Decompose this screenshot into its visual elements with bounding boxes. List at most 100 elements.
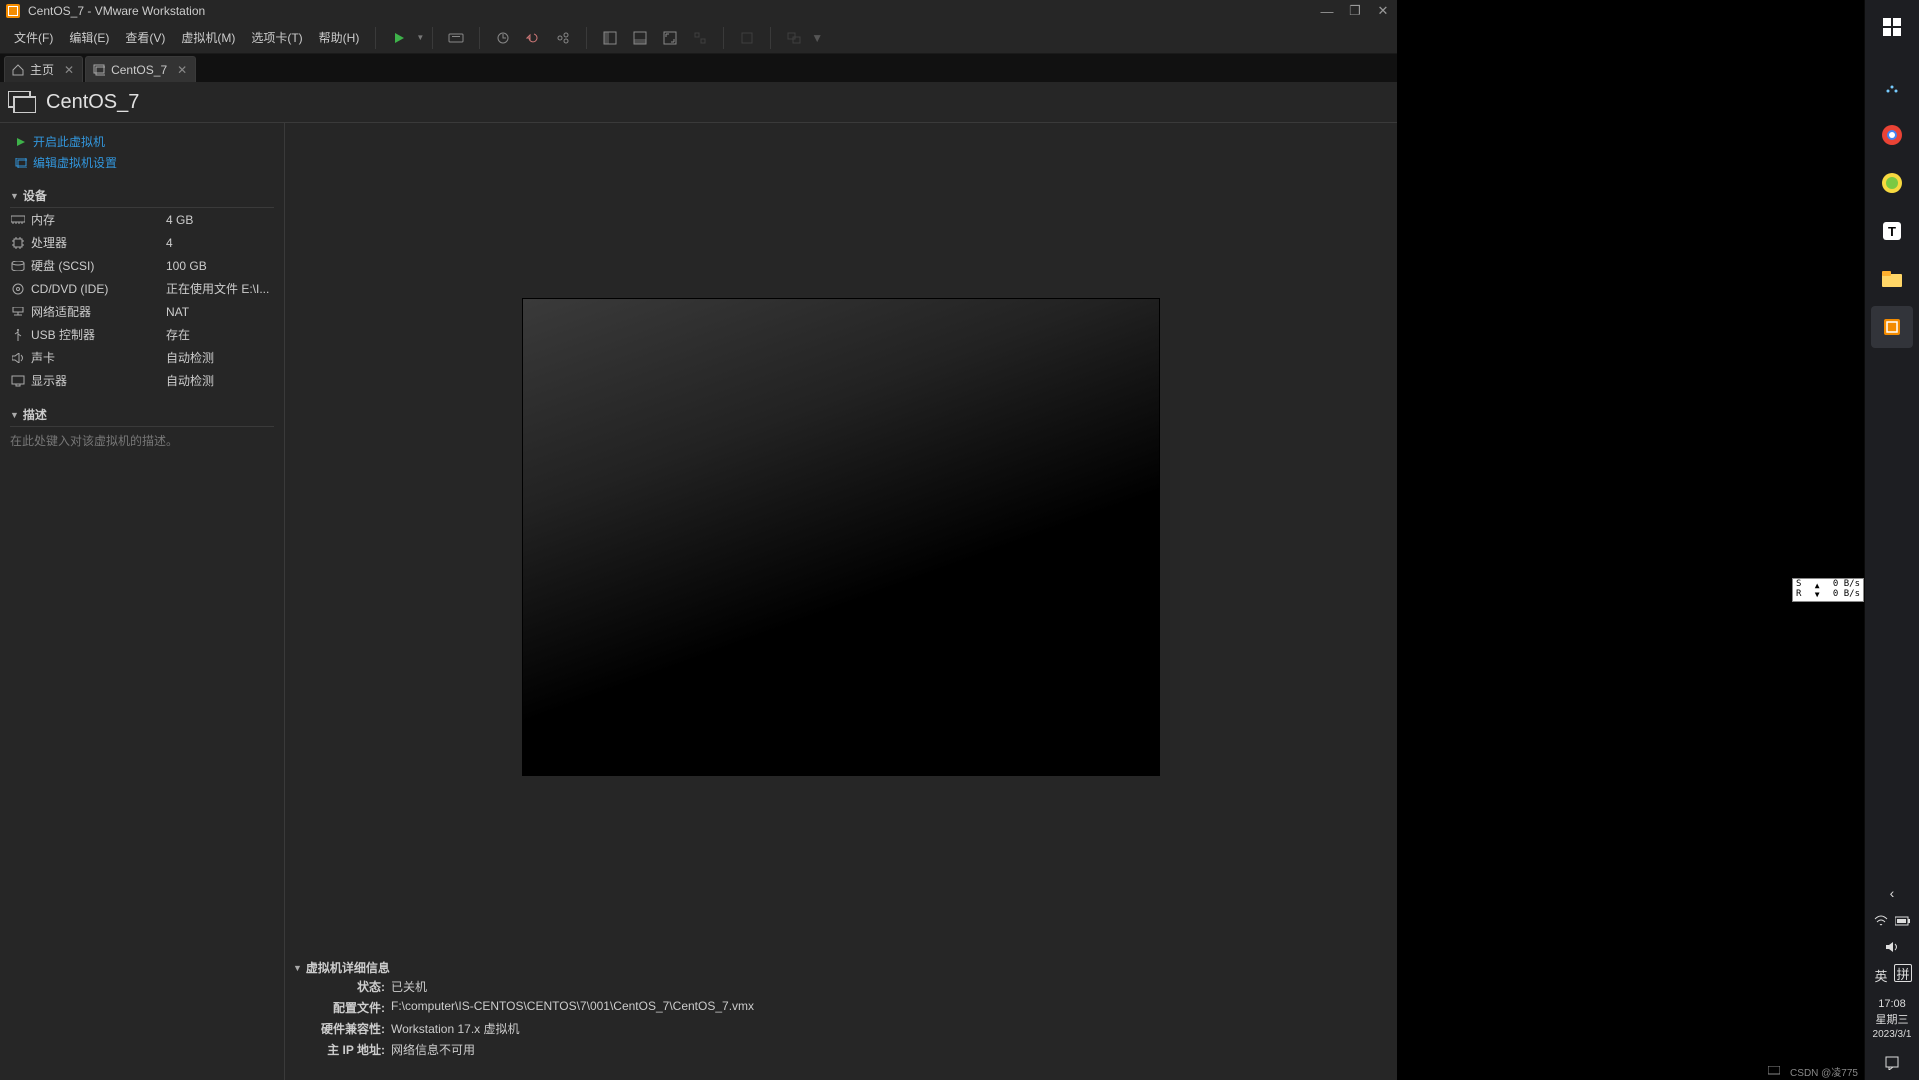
description-section-head[interactable]: ▼ 描述 — [10, 406, 274, 427]
vmware-app-icon — [6, 4, 20, 18]
watermark-text: CSDN @凌775 — [1790, 1064, 1858, 1079]
window-titlebar: CentOS_7 - VMware Workstation — ❐ ✕ — [0, 0, 1397, 22]
snapshot-take-icon[interactable] — [491, 26, 515, 50]
device-label: USB 控制器 — [31, 326, 166, 343]
play-icon — [14, 135, 28, 149]
clock-time: 17:08 — [1873, 997, 1912, 1012]
notifications-icon[interactable] — [1883, 1054, 1901, 1072]
power-on-button[interactable]: ▼ — [384, 26, 424, 50]
separator — [723, 27, 724, 49]
taskbar-text-app-icon[interactable]: T — [1871, 210, 1913, 252]
device-row-disk[interactable]: 硬盘 (SCSI)100 GB — [10, 254, 274, 277]
system-clock[interactable]: 17:08 星期三 2023/3/1 — [1871, 991, 1914, 1048]
menu-vm[interactable]: 虚拟机(M) — [173, 25, 243, 50]
details-section-head[interactable]: ▼ 虚拟机详细信息 — [293, 959, 1389, 976]
maximize-button[interactable]: ❐ — [1341, 0, 1369, 22]
close-button[interactable]: ✕ — [1369, 0, 1397, 22]
devices-section-head[interactable]: ▼ 设备 — [10, 187, 274, 208]
device-row-cpu[interactable]: 处理器4 — [10, 231, 274, 254]
device-label: 内存 — [31, 211, 166, 228]
display-icon — [10, 374, 26, 388]
separator — [432, 27, 433, 49]
cycle-multiple-monitors-icon[interactable] — [782, 26, 806, 50]
start-button[interactable] — [1871, 6, 1913, 48]
device-row-display[interactable]: 显示器自动检测 — [10, 369, 274, 392]
send-ctrl-alt-del-icon[interactable] — [444, 26, 468, 50]
vm-title: CentOS_7 — [46, 91, 139, 114]
vm-details: ▼ 虚拟机详细信息 状态:已关机 配置文件:F:\computer\IS-CEN… — [285, 951, 1397, 1080]
network-monitor-widget[interactable]: S R ▲▼ 0 B/s 0 B/s — [1792, 578, 1864, 602]
netmon-download: 0 B/s — [1833, 590, 1860, 600]
vm-header: CentOS_7 — [0, 82, 1397, 122]
view-library-icon[interactable] — [628, 26, 652, 50]
menu-bar: 文件(F) 编辑(E) 查看(V) 虚拟机(M) 选项卡(T) 帮助(H) ▼ — [0, 22, 1397, 54]
fullscreen-icon[interactable] — [658, 26, 682, 50]
taskbar-explorer-icon[interactable] — [1871, 258, 1913, 300]
device-value: 4 GB — [166, 213, 193, 227]
device-row-sound[interactable]: 声卡自动检测 — [10, 346, 274, 369]
view-console-icon[interactable] — [598, 26, 622, 50]
action-power-on[interactable]: 开启此虚拟机 — [10, 131, 274, 152]
separator — [479, 27, 480, 49]
ime-mode-icon[interactable]: 拼 — [1894, 964, 1912, 982]
device-row-usb[interactable]: USB 控制器存在 — [10, 323, 274, 346]
detail-ip-label: 主 IP 地址: — [305, 1041, 385, 1058]
unity-icon[interactable] — [688, 26, 712, 50]
taskbar-vmware-icon[interactable] — [1871, 306, 1913, 348]
tray-expand-icon[interactable]: ‹ — [1883, 884, 1901, 902]
tab-close-icon[interactable]: ✕ — [177, 63, 187, 77]
memory-icon — [10, 213, 26, 227]
device-row-memory[interactable]: 内存4 GB — [10, 208, 274, 231]
collapse-icon: ▼ — [10, 191, 19, 201]
stretch-guest-icon[interactable] — [735, 26, 759, 50]
device-label: CD/DVD (IDE) — [31, 282, 166, 296]
device-row-net[interactable]: 网络适配器NAT — [10, 300, 274, 323]
device-label: 硬盘 (SCSI) — [31, 257, 166, 274]
device-value: 正在使用文件 E:\I... — [166, 280, 269, 297]
snapshot-manager-icon[interactable] — [551, 26, 575, 50]
device-row-cd[interactable]: CD/DVD (IDE)正在使用文件 E:\I... — [10, 277, 274, 300]
device-label: 声卡 — [31, 349, 166, 366]
wifi-icon[interactable] — [1872, 912, 1890, 930]
action-edit-settings[interactable]: 编辑虚拟机设置 — [10, 152, 274, 173]
tab-home[interactable]: 主页 ✕ — [4, 56, 83, 82]
detail-config-label: 配置文件: — [305, 999, 385, 1016]
menu-edit[interactable]: 编辑(E) — [61, 25, 117, 50]
left-pane: 开启此虚拟机 编辑虚拟机设置 ▼ 设备 内存4 GB处理器4硬盘 (SCSI)1… — [0, 123, 285, 1080]
volume-icon[interactable] — [1883, 938, 1901, 956]
taskbar-chrome-icon[interactable] — [1871, 114, 1913, 156]
status-device-icon[interactable] — [1768, 1066, 1780, 1076]
minimize-button[interactable]: — — [1313, 0, 1341, 22]
home-icon — [11, 63, 25, 77]
detail-compat-label: 硬件兼容性: — [305, 1020, 385, 1037]
vm-preview-thumbnail[interactable] — [522, 298, 1160, 776]
tab-close-icon[interactable]: ✕ — [64, 63, 74, 77]
detail-state-label: 状态: — [305, 978, 385, 995]
clock-date: 2023/3/1 — [1873, 1028, 1912, 1042]
vm-icon — [92, 63, 106, 77]
cd-icon — [10, 282, 26, 296]
detail-config-value: F:\computer\IS-CENTOS\CENTOS\7\001\CentO… — [391, 999, 754, 1016]
collapse-icon: ▼ — [10, 410, 19, 420]
bottom-status-bar: CSDN @凌775 — [1397, 1062, 1864, 1080]
svg-text:T: T — [1888, 224, 1896, 239]
ime-lang-icon[interactable]: 英 — [1872, 964, 1889, 987]
tab-vm[interactable]: CentOS_7 ✕ — [85, 56, 196, 82]
detail-compat-value: Workstation 17.x 虚拟机 — [391, 1020, 520, 1037]
menu-view[interactable]: 查看(V) — [117, 25, 173, 50]
cpu-icon — [10, 236, 26, 250]
sound-icon — [10, 351, 26, 365]
separator — [770, 27, 771, 49]
device-value: 存在 — [166, 326, 190, 343]
snapshot-revert-icon[interactable] — [521, 26, 545, 50]
detail-ip-value: 网络信息不可用 — [391, 1041, 475, 1058]
device-label: 显示器 — [31, 372, 166, 389]
taskbar-app-generic-icon[interactable] — [1871, 66, 1913, 108]
menu-tabs[interactable]: 选项卡(T) — [243, 25, 310, 50]
clock-weekday: 星期三 — [1873, 1013, 1912, 1028]
taskbar-app-yellow-icon[interactable] — [1871, 162, 1913, 204]
description-placeholder[interactable]: 在此处键入对该虚拟机的描述。 — [10, 427, 274, 454]
menu-file[interactable]: 文件(F) — [6, 25, 61, 50]
menu-help[interactable]: 帮助(H) — [311, 25, 368, 50]
battery-icon[interactable] — [1894, 912, 1912, 930]
